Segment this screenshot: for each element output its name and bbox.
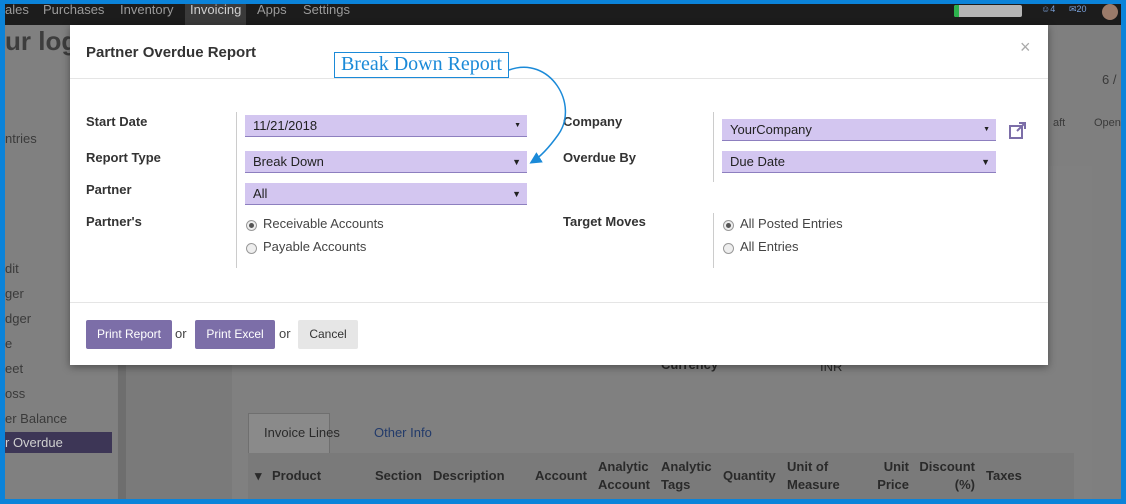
column-header[interactable]: Product	[272, 467, 321, 485]
user-avatar[interactable]	[1102, 4, 1118, 20]
tab-other-info[interactable]: Other Info	[374, 425, 432, 440]
tab-invoice-lines[interactable]: Invoice Lines	[264, 425, 340, 440]
column-header[interactable]: Section	[375, 467, 422, 485]
chat-icon: ✉	[1069, 4, 1077, 14]
menu-purchases[interactable]: Purchases	[43, 4, 104, 25]
activity-progress-bar[interactable]	[954, 5, 1022, 17]
sidebar-item[interactable]: eet	[5, 361, 23, 376]
menu-invoicing[interactable]: Invoicing	[185, 4, 247, 25]
app-frame: ales Purchases Inventory Invoicing Apps …	[5, 4, 1121, 499]
menu-apps[interactable]: Apps	[257, 4, 287, 25]
pager: 6 /	[1102, 72, 1117, 87]
sidebar-item[interactable]: dit	[5, 261, 19, 276]
sort-toggle-icon[interactable]: ▾	[255, 467, 262, 485]
column-header[interactable]: Discount (%)	[917, 458, 975, 494]
messages-count: 20	[1076, 4, 1087, 14]
menu-settings[interactable]: Settings	[303, 4, 350, 25]
column-header[interactable]: Account	[535, 467, 587, 485]
sidebar-item[interactable]: ntries	[5, 131, 37, 146]
sidebar-item[interactable]: ger	[5, 286, 24, 301]
status-step[interactable]: aft	[1053, 117, 1065, 129]
activity-icon: ☺	[1041, 4, 1051, 14]
column-header[interactable]: Analytic Tags	[661, 458, 717, 494]
sidebar-scrollbar[interactable]	[118, 344, 126, 499]
column-header[interactable]: Description	[433, 467, 505, 485]
column-header[interactable]: Analytic Account	[598, 458, 654, 494]
background-page-title: ur log	[5, 26, 78, 56]
sidebar-item[interactable]: dger	[5, 311, 31, 326]
sidebar-item-active[interactable]: r Overdue	[5, 432, 112, 453]
menu-inventory[interactable]: Inventory	[120, 4, 173, 25]
column-header[interactable]: Taxes	[986, 467, 1022, 485]
column-header[interactable]: Unit of Measure	[787, 458, 847, 494]
activity-badge[interactable]: ☺4	[1041, 4, 1055, 14]
column-header[interactable]: Quantity	[723, 467, 776, 485]
sidebar-item[interactable]: oss	[5, 386, 25, 401]
callout-arrow	[508, 66, 567, 164]
column-header[interactable]: Unit Price	[855, 458, 909, 494]
activity-count: 4	[1050, 4, 1056, 14]
sidebar-item[interactable]: er Balance	[5, 411, 67, 426]
menu-sales[interactable]: ales	[5, 4, 29, 25]
status-step[interactable]: Open	[1094, 117, 1121, 129]
partner-overdue-dialog: Partner Overdue Report × Start Date Repo…	[70, 25, 1048, 365]
sidebar-item[interactable]: e	[5, 336, 12, 351]
top-navbar: ales Purchases Inventory Invoicing Apps …	[5, 4, 1121, 25]
messages-badge[interactable]: ✉20	[1069, 4, 1087, 15]
annotation-callout: Break Down Report	[334, 52, 509, 78]
